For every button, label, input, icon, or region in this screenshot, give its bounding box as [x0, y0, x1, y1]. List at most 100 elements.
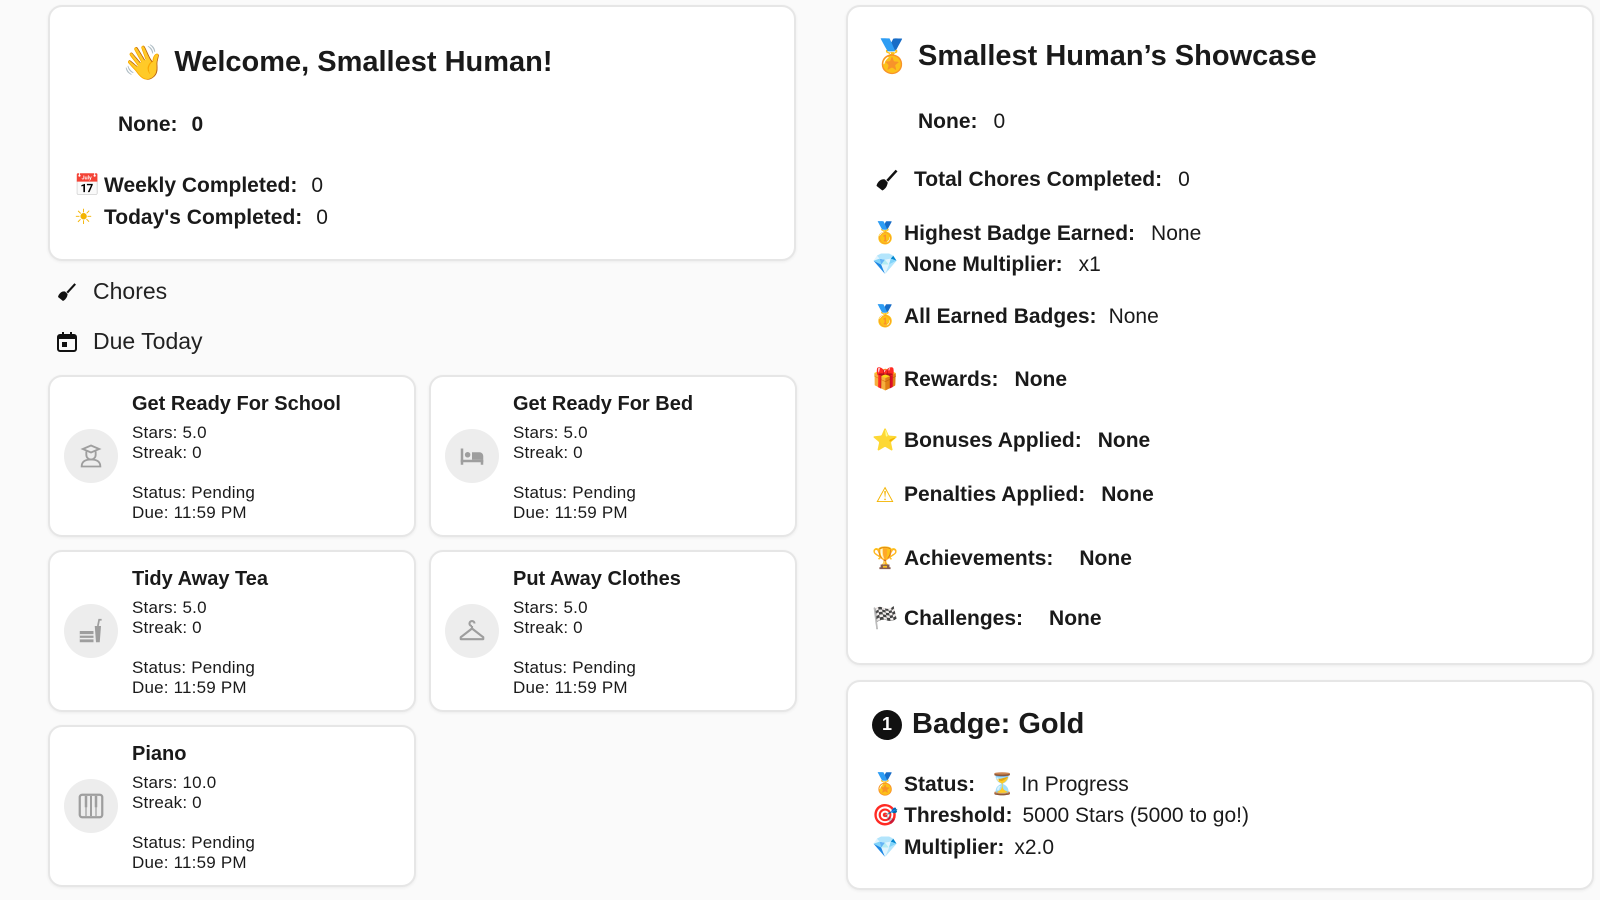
total-chores-value: 0	[1178, 168, 1190, 191]
chore-stars: Stars: 10.0	[132, 773, 217, 792]
chore-avatar	[445, 604, 499, 658]
chore-card[interactable]: Put Away Clothes Stars: 5.0 Streak: 0 St…	[429, 550, 797, 712]
showcase-none-label: None:	[918, 110, 978, 133]
chore-status: Status: Pending	[132, 483, 256, 502]
badge-card: 1 Badge: Gold 🏅 Status: ⏳ In Progress 🎯 Thres…	[846, 680, 1594, 890]
gift-icon: 🎁	[872, 367, 899, 391]
chore-stars: Stars: 5.0	[132, 423, 207, 442]
achievements-row: 🏆 Achievements: None	[872, 546, 1132, 571]
achievements-value: None	[1079, 546, 1132, 570]
sun-icon: ☀	[74, 205, 93, 229]
star-icon: ⭐	[872, 428, 899, 452]
chore-streak: Streak: 0	[513, 443, 583, 462]
rewards-label: Rewards:	[904, 367, 999, 391]
target-icon: 🎯	[872, 803, 899, 827]
chore-stars: Stars: 5.0	[513, 598, 588, 617]
showcase-title: 🏅 Smallest Human’s Showcase	[872, 37, 1317, 75]
showcase-none-value: 0	[993, 110, 1006, 133]
number-one-icon: 1	[872, 709, 902, 740]
chores-section-header: Chores	[55, 278, 167, 305]
welcome-title: 👋 Welcome, Smallest Human!	[122, 43, 553, 83]
today-completed-value: 0	[316, 206, 328, 229]
medal-icon: 🏅	[872, 37, 912, 75]
chores-section-label: Chores	[93, 278, 168, 304]
broom-icon	[876, 169, 898, 191]
hourglass-icon: ⏳	[989, 772, 1016, 796]
none-stat-value: 0	[191, 113, 204, 136]
chore-status: Status: Pending	[132, 833, 256, 852]
chore-due: Due: 11:59 PM	[513, 678, 628, 697]
welcome-card: 👋 Welcome, Smallest Human! None: 0 📅 Weekly…	[48, 5, 796, 261]
achievements-label: Achievements:	[904, 546, 1054, 570]
chore-avatar	[64, 779, 118, 833]
badge-number: 1	[881, 714, 892, 734]
gem-icon: 💎	[872, 252, 899, 276]
weekly-completed-label: Weekly Completed:	[104, 174, 298, 197]
due-today-section-label: Due Today	[93, 328, 203, 354]
chore-name: Tidy Away Tea	[132, 568, 268, 590]
chore-name: Get Ready For Bed	[513, 393, 694, 415]
chore-name: Put Away Clothes	[513, 568, 681, 590]
bonuses-row: ⭐ Bonuses Applied: None	[872, 428, 1150, 453]
waving-hand-icon: 👋	[122, 43, 165, 83]
challenges-label: Challenges:	[904, 606, 1024, 630]
weekly-completed-value: 0	[311, 174, 324, 197]
broom-icon	[58, 282, 76, 301]
chore-due: Due: 11:59 PM	[132, 503, 247, 522]
showcase-card: 🏅 Smallest Human’s Showcase None: 0 Total …	[846, 5, 1594, 665]
badge-title-text: Badge: Gold	[912, 708, 1085, 740]
school-icon	[80, 444, 102, 468]
badge-threshold-value: 5000 Stars (5000 to go!)	[1022, 803, 1249, 827]
bed-icon	[460, 448, 484, 465]
challenges-row: 🏁 Challenges: None	[872, 606, 1102, 631]
chore-streak: Streak: 0	[132, 618, 202, 637]
chore-card[interactable]: Piano Stars: 10.0 Streak: 0 Status: Pend…	[48, 725, 416, 887]
today-completed-label: Today's Completed:	[104, 206, 303, 229]
today-completed-stat: ☀ Today's Completed: 0	[74, 205, 328, 230]
badge-title: 1 Badge: Gold	[872, 708, 1084, 741]
chore-stars: Stars: 5.0	[132, 598, 207, 617]
chore-card[interactable]: Tidy Away Tea Stars: 5.0 Streak: 0 Statu…	[48, 550, 416, 712]
total-chores-label: Total Chores Completed:	[914, 168, 1163, 191]
food-icon	[79, 618, 102, 643]
chore-streak: Streak: 0	[132, 793, 202, 812]
penalties-label: Penalties Applied:	[904, 483, 1086, 506]
chore-avatar	[64, 429, 118, 483]
highest-badge-row: 🥇 Highest Badge Earned: None	[872, 221, 1201, 246]
badge-threshold-label: Threshold:	[904, 803, 1013, 827]
chore-stars: Stars: 5.0	[513, 423, 588, 442]
none-multiplier-label: None Multiplier:	[904, 252, 1063, 276]
trophy-icon: 🏆	[872, 546, 899, 570]
gem-icon: 💎	[872, 835, 899, 859]
highest-badge-value: None	[1151, 221, 1202, 245]
rewards-value: None	[1014, 367, 1068, 391]
badge-status-value: In Progress	[1021, 772, 1129, 796]
piano-icon	[78, 793, 104, 819]
calendar-outline-icon	[57, 331, 77, 352]
medal-icon: 🏅	[872, 772, 899, 796]
none-stat: None: 0	[118, 113, 203, 137]
bonuses-value: None	[1097, 428, 1151, 452]
total-chores-row: Total Chores Completed: 0	[872, 166, 1190, 194]
challenges-value: None	[1049, 606, 1102, 630]
welcome-title-text: Welcome, Smallest Human!	[174, 46, 553, 78]
badge-multiplier-value: x2.0	[1014, 835, 1055, 859]
chore-due: Due: 11:59 PM	[132, 853, 247, 872]
checkered-flag-icon: 🏁	[872, 606, 899, 630]
penalties-value: None	[1101, 483, 1154, 506]
calendar-icon: 📅	[74, 173, 101, 197]
all-badges-value: None	[1108, 304, 1159, 328]
chore-due: Due: 11:59 PM	[132, 678, 247, 697]
showcase-none-row: None: 0	[918, 110, 1005, 134]
chore-status: Status: Pending	[513, 483, 637, 502]
badge-threshold-row: 🎯 Threshold: 5000 Stars (5000 to go!)	[872, 803, 1249, 828]
warning-icon: ⚠	[875, 483, 895, 507]
chore-streak: Streak: 0	[513, 618, 583, 637]
chore-avatar	[64, 604, 118, 658]
chore-card[interactable]: Get Ready For School Stars: 5.0 Streak: …	[48, 375, 416, 537]
showcase-title-text: Smallest Human’s Showcase	[918, 39, 1317, 72]
chore-name: Piano	[132, 743, 187, 765]
none-multiplier-row: 💎 None Multiplier: x1	[872, 252, 1101, 277]
highest-badge-label: Highest Badge Earned:	[904, 221, 1136, 245]
chore-card[interactable]: Get Ready For Bed Stars: 5.0 Streak: 0 S…	[429, 375, 797, 537]
